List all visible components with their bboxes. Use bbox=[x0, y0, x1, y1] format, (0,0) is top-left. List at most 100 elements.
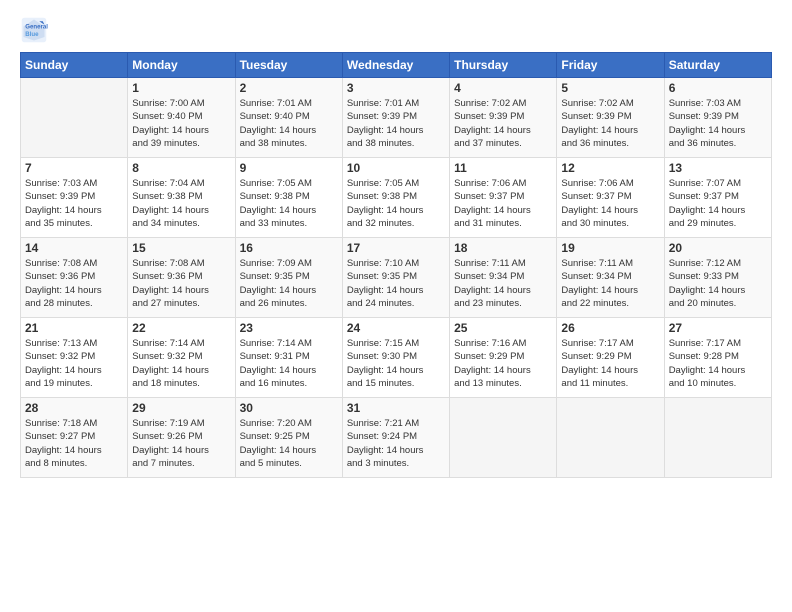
calendar-cell bbox=[450, 398, 557, 478]
day-number: 31 bbox=[347, 401, 445, 415]
header-cell-monday: Monday bbox=[128, 53, 235, 78]
day-number: 28 bbox=[25, 401, 123, 415]
calendar-cell: 1Sunrise: 7:00 AM Sunset: 9:40 PM Daylig… bbox=[128, 78, 235, 158]
day-info: Sunrise: 7:16 AM Sunset: 9:29 PM Dayligh… bbox=[454, 337, 552, 390]
day-info: Sunrise: 7:21 AM Sunset: 9:24 PM Dayligh… bbox=[347, 417, 445, 470]
week-row-4: 21Sunrise: 7:13 AM Sunset: 9:32 PM Dayli… bbox=[21, 318, 772, 398]
day-number: 14 bbox=[25, 241, 123, 255]
day-number: 15 bbox=[132, 241, 230, 255]
day-number: 13 bbox=[669, 161, 767, 175]
day-number: 27 bbox=[669, 321, 767, 335]
calendar-cell: 7 Sunrise: 7:03 AM Sunset: 9:39 PM Daylig… bbox=[21, 158, 128, 238]
header-cell-sunday: Sunday bbox=[21, 53, 128, 78]
calendar-cell: 14 Sunrise: 7:08 AM Sunset: 9:36 PM Dayli… bbox=[21, 238, 128, 318]
day-info: Sunrise: 7:10 AM Sunset: 9:35 PM Dayligh… bbox=[347, 257, 445, 310]
day-info: Sunrise: 7:17 AM Sunset: 9:29 PM Dayligh… bbox=[561, 337, 659, 390]
calendar-cell: 8 Sunrise: 7:04 AM Sunset: 9:38 PM Daylig… bbox=[128, 158, 235, 238]
logo-icon: General Blue bbox=[20, 16, 48, 44]
day-number: 18 bbox=[454, 241, 552, 255]
day-number: 4 bbox=[454, 81, 552, 95]
day-info: Sunrise: 7:08 AM Sunset: 9:36 PM Dayligh… bbox=[132, 257, 230, 310]
day-number: 23 bbox=[240, 321, 338, 335]
calendar-cell: 3 Sunrise: 7:01 AM Sunset: 9:39 PM Daylig… bbox=[342, 78, 449, 158]
day-number: 8 bbox=[132, 161, 230, 175]
day-number: 6 bbox=[669, 81, 767, 95]
day-info: Sunrise: 7:08 AM Sunset: 9:36 PM Dayligh… bbox=[25, 257, 123, 310]
day-number: 17 bbox=[347, 241, 445, 255]
week-row-1: 1Sunrise: 7:00 AM Sunset: 9:40 PM Daylig… bbox=[21, 78, 772, 158]
week-row-2: 7 Sunrise: 7:03 AM Sunset: 9:39 PM Daylig… bbox=[21, 158, 772, 238]
day-info: Sunrise: 7:02 AM Sunset: 9:39 PM Dayligh… bbox=[561, 97, 659, 150]
calendar-cell: 11 Sunrise: 7:06 AM Sunset: 9:37 PM Dayli… bbox=[450, 158, 557, 238]
day-number: 29 bbox=[132, 401, 230, 415]
day-number: 19 bbox=[561, 241, 659, 255]
day-number: 5 bbox=[561, 81, 659, 95]
day-info: Sunrise: 7:19 AM Sunset: 9:26 PM Dayligh… bbox=[132, 417, 230, 470]
calendar-cell: 25 Sunrise: 7:16 AM Sunset: 9:29 PM Dayli… bbox=[450, 318, 557, 398]
day-info: Sunrise: 7:06 AM Sunset: 9:37 PM Dayligh… bbox=[454, 177, 552, 230]
day-info: Sunrise: 7:02 AM Sunset: 9:39 PM Dayligh… bbox=[454, 97, 552, 150]
day-info: Sunrise: 7:05 AM Sunset: 9:38 PM Dayligh… bbox=[240, 177, 338, 230]
calendar-cell: 17 Sunrise: 7:10 AM Sunset: 9:35 PM Dayli… bbox=[342, 238, 449, 318]
header-cell-thursday: Thursday bbox=[450, 53, 557, 78]
page: General Blue SundayMondayTuesdayWednesda… bbox=[0, 0, 792, 612]
day-number: 2 bbox=[240, 81, 338, 95]
day-number: 21 bbox=[25, 321, 123, 335]
day-info: Sunrise: 7:04 AM Sunset: 9:38 PM Dayligh… bbox=[132, 177, 230, 230]
day-number: 16 bbox=[240, 241, 338, 255]
calendar-cell: 9 Sunrise: 7:05 AM Sunset: 9:38 PM Daylig… bbox=[235, 158, 342, 238]
day-number: 12 bbox=[561, 161, 659, 175]
day-info: Sunrise: 7:07 AM Sunset: 9:37 PM Dayligh… bbox=[669, 177, 767, 230]
calendar-cell: 6 Sunrise: 7:03 AM Sunset: 9:39 PM Daylig… bbox=[664, 78, 771, 158]
svg-text:General: General bbox=[25, 23, 48, 30]
calendar-cell: 16 Sunrise: 7:09 AM Sunset: 9:35 PM Dayli… bbox=[235, 238, 342, 318]
day-number: 10 bbox=[347, 161, 445, 175]
week-row-3: 14 Sunrise: 7:08 AM Sunset: 9:36 PM Dayli… bbox=[21, 238, 772, 318]
calendar-cell: 27 Sunrise: 7:17 AM Sunset: 9:28 PM Dayli… bbox=[664, 318, 771, 398]
header-cell-friday: Friday bbox=[557, 53, 664, 78]
header-cell-wednesday: Wednesday bbox=[342, 53, 449, 78]
calendar-table: SundayMondayTuesdayWednesdayThursdayFrid… bbox=[20, 52, 772, 478]
day-number: 11 bbox=[454, 161, 552, 175]
day-info: Sunrise: 7:12 AM Sunset: 9:33 PM Dayligh… bbox=[669, 257, 767, 310]
day-number: 26 bbox=[561, 321, 659, 335]
calendar-cell: 4 Sunrise: 7:02 AM Sunset: 9:39 PM Daylig… bbox=[450, 78, 557, 158]
calendar-cell: 23Sunrise: 7:14 AM Sunset: 9:31 PM Dayli… bbox=[235, 318, 342, 398]
calendar-cell: 29 Sunrise: 7:19 AM Sunset: 9:26 PM Dayli… bbox=[128, 398, 235, 478]
calendar-cell: 26 Sunrise: 7:17 AM Sunset: 9:29 PM Dayli… bbox=[557, 318, 664, 398]
calendar-cell bbox=[557, 398, 664, 478]
day-info: Sunrise: 7:05 AM Sunset: 9:38 PM Dayligh… bbox=[347, 177, 445, 230]
day-info: Sunrise: 7:03 AM Sunset: 9:39 PM Dayligh… bbox=[25, 177, 123, 230]
day-info: Sunrise: 7:09 AM Sunset: 9:35 PM Dayligh… bbox=[240, 257, 338, 310]
header-row: SundayMondayTuesdayWednesdayThursdayFrid… bbox=[21, 53, 772, 78]
logo: General Blue bbox=[20, 16, 52, 44]
day-number: 7 bbox=[25, 161, 123, 175]
calendar-cell: 10 Sunrise: 7:05 AM Sunset: 9:38 PM Dayli… bbox=[342, 158, 449, 238]
day-info: Sunrise: 7:01 AM Sunset: 9:39 PM Dayligh… bbox=[347, 97, 445, 150]
day-number: 30 bbox=[240, 401, 338, 415]
header-cell-saturday: Saturday bbox=[664, 53, 771, 78]
svg-text:Blue: Blue bbox=[25, 31, 39, 38]
calendar-cell: 20Sunrise: 7:12 AM Sunset: 9:33 PM Dayli… bbox=[664, 238, 771, 318]
day-info: Sunrise: 7:00 AM Sunset: 9:40 PM Dayligh… bbox=[132, 97, 230, 150]
calendar-cell: 22 Sunrise: 7:14 AM Sunset: 9:32 PM Dayli… bbox=[128, 318, 235, 398]
header-cell-tuesday: Tuesday bbox=[235, 53, 342, 78]
day-info: Sunrise: 7:06 AM Sunset: 9:37 PM Dayligh… bbox=[561, 177, 659, 230]
calendar-cell bbox=[21, 78, 128, 158]
day-number: 25 bbox=[454, 321, 552, 335]
calendar-cell: 13 Sunrise: 7:07 AM Sunset: 9:37 PM Dayli… bbox=[664, 158, 771, 238]
day-info: Sunrise: 7:20 AM Sunset: 9:25 PM Dayligh… bbox=[240, 417, 338, 470]
calendar-cell: 15 Sunrise: 7:08 AM Sunset: 9:36 PM Dayli… bbox=[128, 238, 235, 318]
calendar-cell: 28Sunrise: 7:18 AM Sunset: 9:27 PM Dayli… bbox=[21, 398, 128, 478]
day-info: Sunrise: 7:14 AM Sunset: 9:32 PM Dayligh… bbox=[132, 337, 230, 390]
header: General Blue bbox=[20, 16, 772, 44]
calendar-cell: 21Sunrise: 7:13 AM Sunset: 9:32 PM Dayli… bbox=[21, 318, 128, 398]
calendar-cell: 12 Sunrise: 7:06 AM Sunset: 9:37 PM Dayli… bbox=[557, 158, 664, 238]
day-number: 3 bbox=[347, 81, 445, 95]
day-info: Sunrise: 7:17 AM Sunset: 9:28 PM Dayligh… bbox=[669, 337, 767, 390]
day-info: Sunrise: 7:03 AM Sunset: 9:39 PM Dayligh… bbox=[669, 97, 767, 150]
day-number: 22 bbox=[132, 321, 230, 335]
calendar-body: 1Sunrise: 7:00 AM Sunset: 9:40 PM Daylig… bbox=[21, 78, 772, 478]
calendar-cell: 2Sunrise: 7:01 AM Sunset: 9:40 PM Daylig… bbox=[235, 78, 342, 158]
day-number: 9 bbox=[240, 161, 338, 175]
